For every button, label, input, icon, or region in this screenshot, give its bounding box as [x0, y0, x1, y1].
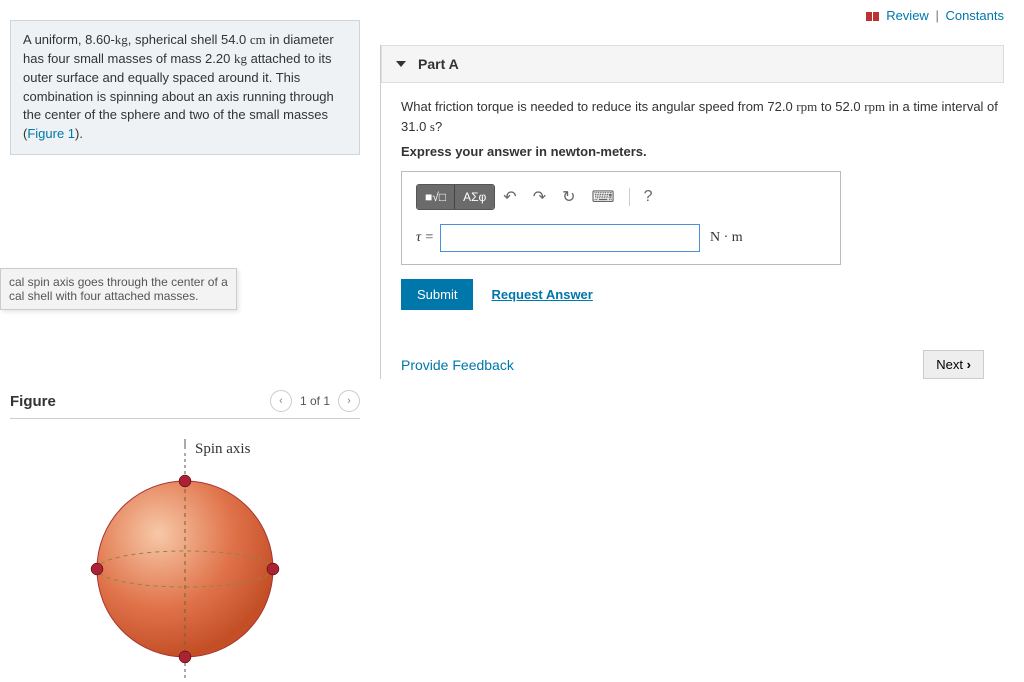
undo-icon[interactable]: ↶	[495, 187, 524, 207]
figure-title: Figure	[10, 393, 270, 410]
problem-statement: A uniform, 8.60-kg, spherical shell 54.0…	[10, 20, 360, 155]
chevron-right-icon: ›	[967, 357, 971, 372]
question-text: What friction torque is needed to reduce…	[401, 97, 1004, 136]
spin-axis-label: Spin axis	[195, 441, 251, 457]
answer-input[interactable]	[440, 224, 700, 252]
answer-toolbar: ■√□ ΑΣφ ↶ ↷ ↻ ⌨ ?	[416, 184, 826, 210]
figure-panel: Figure ‹ 1 of 1 › Spin axis	[10, 390, 360, 682]
left-column: A uniform, 8.60-kg, spherical shell 54.0…	[0, 20, 370, 155]
answer-instruction: Express your answer in newton-meters.	[401, 144, 1004, 159]
collapse-caret-icon	[396, 61, 406, 67]
request-answer-link[interactable]: Request Answer	[491, 287, 592, 302]
unit-label: N · m	[710, 230, 743, 246]
submit-button[interactable]: Submit	[401, 279, 473, 310]
answer-box: ■√□ ΑΣφ ↶ ↷ ↻ ⌨ ? τ = N · m	[401, 171, 841, 265]
review-link[interactable]: Review	[886, 8, 929, 23]
next-button[interactable]: Next ›	[923, 350, 984, 379]
tau-label: τ =	[416, 230, 434, 246]
figure-counter: 1 of 1	[292, 394, 338, 408]
constants-link[interactable]: Constants	[945, 8, 1004, 23]
figure-next-button[interactable]: ›	[338, 390, 360, 412]
help-icon[interactable]: ?	[636, 188, 661, 206]
book-icon	[866, 12, 879, 21]
tooltip-hint: cal spin axis goes through the center of…	[0, 268, 237, 310]
redo-icon[interactable]: ↷	[525, 187, 554, 207]
part-a-header[interactable]: Part A	[381, 45, 1004, 83]
top-links: Review | Constants	[866, 8, 1004, 23]
symbols-button[interactable]: ΑΣφ	[455, 185, 494, 209]
reset-icon[interactable]: ↻	[554, 187, 583, 207]
part-a-label: Part A	[418, 56, 459, 72]
provide-feedback-link[interactable]: Provide Feedback	[401, 357, 514, 373]
right-column: Part A What friction torque is needed to…	[380, 45, 1014, 379]
keyboard-icon[interactable]: ⌨	[584, 187, 623, 207]
figure-image: Spin axis	[10, 419, 360, 682]
templates-button[interactable]: ■√□	[417, 185, 455, 209]
figure-link[interactable]: Figure 1	[27, 126, 75, 141]
figure-prev-button[interactable]: ‹	[270, 390, 292, 412]
